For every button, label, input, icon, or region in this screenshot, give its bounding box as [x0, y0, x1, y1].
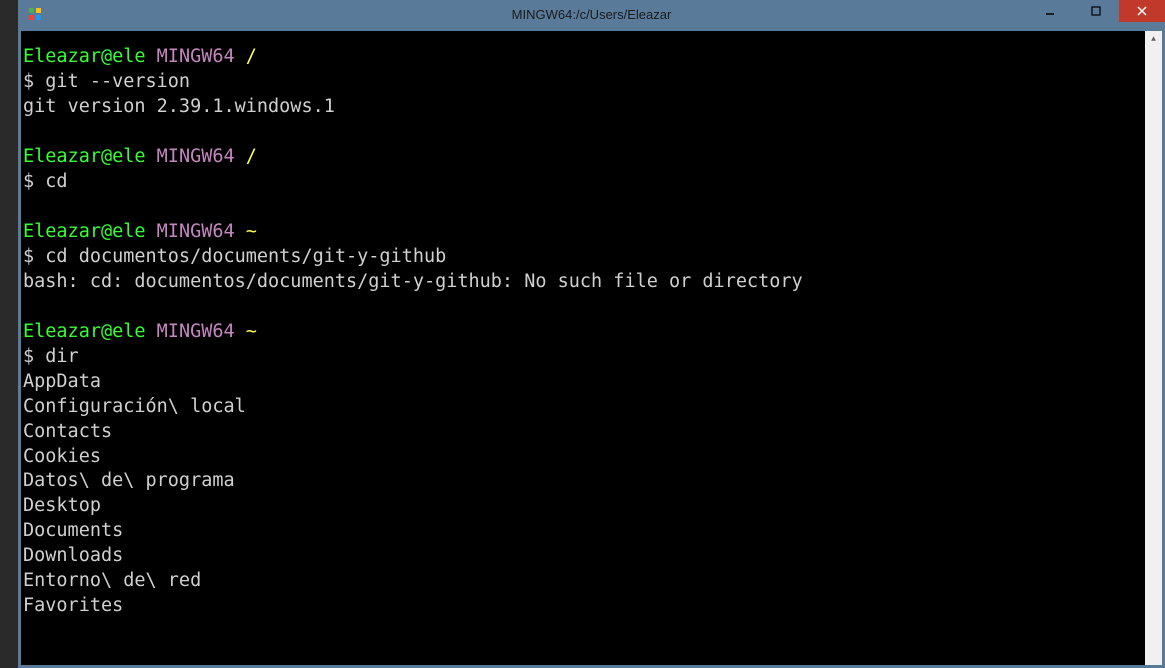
output-line: git version 2.39.1.windows.1 [23, 96, 335, 117]
command-text: dir [45, 346, 78, 367]
terminal-container: Eleazar@ele MINGW64 / $ git --version gi… [18, 28, 1165, 668]
vertical-scrollbar[interactable]: ▲ [1145, 31, 1162, 665]
output-line: Favorites [23, 595, 123, 616]
prompt-dollar: $ [23, 346, 45, 367]
maximize-button[interactable] [1073, 0, 1119, 22]
output-line: AppData [23, 371, 101, 392]
output-line: Datos\ de\ programa [23, 470, 235, 491]
output-line: Downloads [23, 545, 123, 566]
prompt-user: Eleazar@ele [23, 321, 146, 342]
output-line: Documents [23, 520, 123, 541]
command-text: cd [45, 171, 67, 192]
output-line: Desktop [23, 495, 101, 516]
prompt-dollar: $ [23, 171, 45, 192]
left-sidebar [0, 0, 18, 668]
output-line: Entorno\ de\ red [23, 570, 201, 591]
prompt-user: Eleazar@ele [23, 146, 146, 167]
scrollbar-up-arrow-icon[interactable]: ▲ [1145, 31, 1162, 48]
terminal-window: MINGW64:/c/Users/Eleazar Eleazar@ele MIN… [18, 0, 1165, 668]
output-line: Configuración\ local [23, 396, 246, 417]
prompt-dollar: $ [23, 71, 45, 92]
minimize-button[interactable] [1027, 0, 1073, 22]
output-line: bash: cd: documentos/documents/git-y-git… [23, 271, 803, 292]
prompt-host: MINGW64 [157, 321, 235, 342]
command-text: cd documentos/documents/git-y-github [45, 246, 446, 267]
command-text: git --version [45, 71, 190, 92]
prompt-host: MINGW64 [157, 46, 235, 67]
window-title: MINGW64:/c/Users/Eleazar [512, 7, 672, 22]
scrollbar-track[interactable] [1145, 48, 1162, 665]
app-icon [26, 5, 44, 23]
prompt-path: ~ [246, 221, 257, 242]
prompt-user: Eleazar@ele [23, 221, 146, 242]
prompt-host: MINGW64 [157, 221, 235, 242]
terminal-output[interactable]: Eleazar@ele MINGW64 / $ git --version gi… [21, 31, 1145, 665]
close-button[interactable] [1119, 0, 1165, 22]
prompt-path: ~ [246, 321, 257, 342]
prompt-host: MINGW64 [157, 146, 235, 167]
prompt-path: / [246, 146, 257, 167]
prompt-dollar: $ [23, 246, 45, 267]
titlebar[interactable]: MINGW64:/c/Users/Eleazar [18, 0, 1165, 28]
window-controls [1027, 0, 1165, 22]
prompt-user: Eleazar@ele [23, 46, 146, 67]
output-line: Cookies [23, 446, 101, 467]
prompt-path: / [246, 46, 257, 67]
output-line: Contacts [23, 421, 112, 442]
